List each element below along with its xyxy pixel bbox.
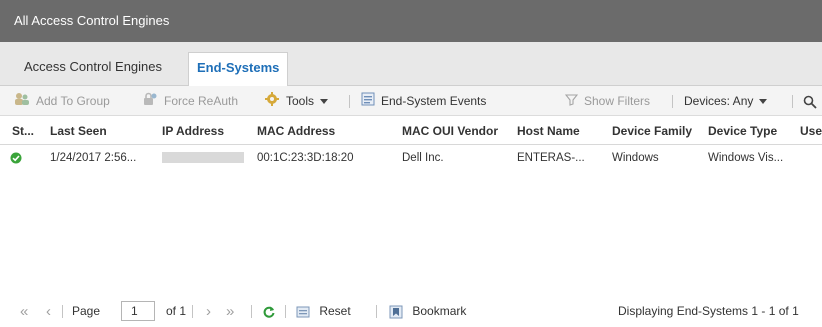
cell-host-name: ENTERAS-... bbox=[517, 152, 585, 164]
pagination-bar: « ‹ Page of 1 › » Reset Bookmark Display… bbox=[0, 296, 822, 327]
column-header-state[interactable]: St... bbox=[12, 117, 34, 145]
previous-page-icon[interactable]: ‹ bbox=[46, 296, 51, 327]
events-list-icon bbox=[361, 87, 375, 117]
column-header-last-seen[interactable]: Last Seen bbox=[50, 117, 107, 145]
add-group-icon bbox=[14, 87, 30, 117]
page-count-label: of 1 bbox=[166, 304, 187, 318]
filter-icon bbox=[564, 87, 579, 117]
tools-label: Tools bbox=[286, 94, 315, 108]
force-reauth-label: Force ReAuth bbox=[164, 94, 239, 108]
column-header-mac-oui-vendor[interactable]: MAC OUI Vendor bbox=[402, 117, 498, 145]
status-ok-icon bbox=[10, 146, 22, 170]
devices-filter-label: Devices: Any bbox=[684, 94, 754, 108]
search-button[interactable] bbox=[803, 86, 817, 116]
bookmark-icon bbox=[389, 304, 406, 319]
column-header-mac-address[interactable]: MAC Address bbox=[257, 117, 335, 145]
refresh-icon bbox=[262, 304, 276, 318]
show-filters-button[interactable]: Show Filters bbox=[564, 86, 651, 117]
pager-separator bbox=[62, 305, 63, 318]
first-page-icon[interactable]: « bbox=[20, 296, 28, 327]
page-label: Page bbox=[72, 304, 101, 318]
pager-separator bbox=[376, 305, 377, 318]
column-header-device-type[interactable]: Device Type bbox=[708, 117, 777, 145]
cell-ip-address-redacted bbox=[162, 152, 244, 163]
toolbar-separator bbox=[349, 95, 350, 108]
pager-separator bbox=[285, 305, 286, 318]
panel-title: All Access Control Engines bbox=[14, 13, 170, 28]
tab-end-systems[interactable]: End-Systems bbox=[188, 52, 289, 87]
force-reauth-icon bbox=[142, 87, 158, 117]
toolbar: Add To Group Force ReAuth Tools End-Syst… bbox=[0, 86, 822, 116]
column-header-host-name[interactable]: Host Name bbox=[517, 117, 580, 145]
cell-last-seen: 1/24/2017 2:56... bbox=[50, 152, 137, 164]
page-number-input[interactable] bbox=[121, 301, 155, 321]
pager-status-text: Displaying End-Systems 1 - 1 of 1 bbox=[618, 304, 799, 318]
tools-menu-button[interactable]: Tools bbox=[264, 86, 329, 117]
bookmark-button[interactable]: Bookmark bbox=[389, 296, 466, 327]
tools-gear-icon bbox=[264, 87, 280, 117]
add-to-group-button[interactable]: Add To Group bbox=[14, 86, 110, 116]
column-header-user[interactable]: Use bbox=[800, 117, 822, 145]
add-to-group-label: Add To Group bbox=[36, 94, 110, 108]
cell-mac-oui-vendor: Dell Inc. bbox=[402, 152, 444, 164]
toolbar-separator bbox=[672, 95, 673, 108]
show-filters-label: Show Filters bbox=[584, 94, 651, 108]
cell-device-family: Windows bbox=[612, 152, 659, 164]
reset-icon bbox=[296, 304, 313, 318]
tab-access-control-engines[interactable]: Access Control Engines bbox=[16, 52, 170, 86]
end-system-events-label: End-System Events bbox=[381, 94, 487, 108]
last-page-icon[interactable]: » bbox=[226, 296, 234, 327]
tab-bar: Access Control Engines End-Systems bbox=[0, 42, 822, 87]
end-system-events-button[interactable]: End-System Events bbox=[361, 86, 486, 116]
chevron-down-icon bbox=[320, 99, 329, 105]
chevron-down-icon bbox=[759, 99, 768, 105]
column-header-device-family[interactable]: Device Family bbox=[612, 117, 692, 145]
panel-title-bar: All Access Control Engines bbox=[0, 0, 822, 42]
force-reauth-button[interactable]: Force ReAuth bbox=[142, 86, 238, 116]
table-header: St... Last Seen IP Address MAC Address M… bbox=[0, 117, 822, 145]
devices-filter-dropdown[interactable]: Devices: Any bbox=[684, 86, 768, 116]
cell-device-type: Windows Vis... bbox=[708, 152, 784, 164]
search-icon bbox=[803, 94, 817, 109]
reset-button[interactable]: Reset bbox=[296, 296, 351, 327]
pager-separator bbox=[251, 305, 252, 318]
cell-mac-address: 00:1C:23:3D:18:20 bbox=[257, 152, 354, 164]
pager-separator bbox=[192, 305, 193, 318]
table-row[interactable]: 1/24/2017 2:56... 00:1C:23:3D:18:20 Dell… bbox=[0, 146, 822, 170]
column-header-ip-address[interactable]: IP Address bbox=[162, 117, 224, 145]
reset-label: Reset bbox=[319, 304, 351, 318]
toolbar-separator bbox=[792, 95, 793, 108]
next-page-icon[interactable]: › bbox=[206, 296, 211, 327]
bookmark-label: Bookmark bbox=[412, 304, 467, 318]
refresh-button[interactable] bbox=[262, 296, 276, 327]
